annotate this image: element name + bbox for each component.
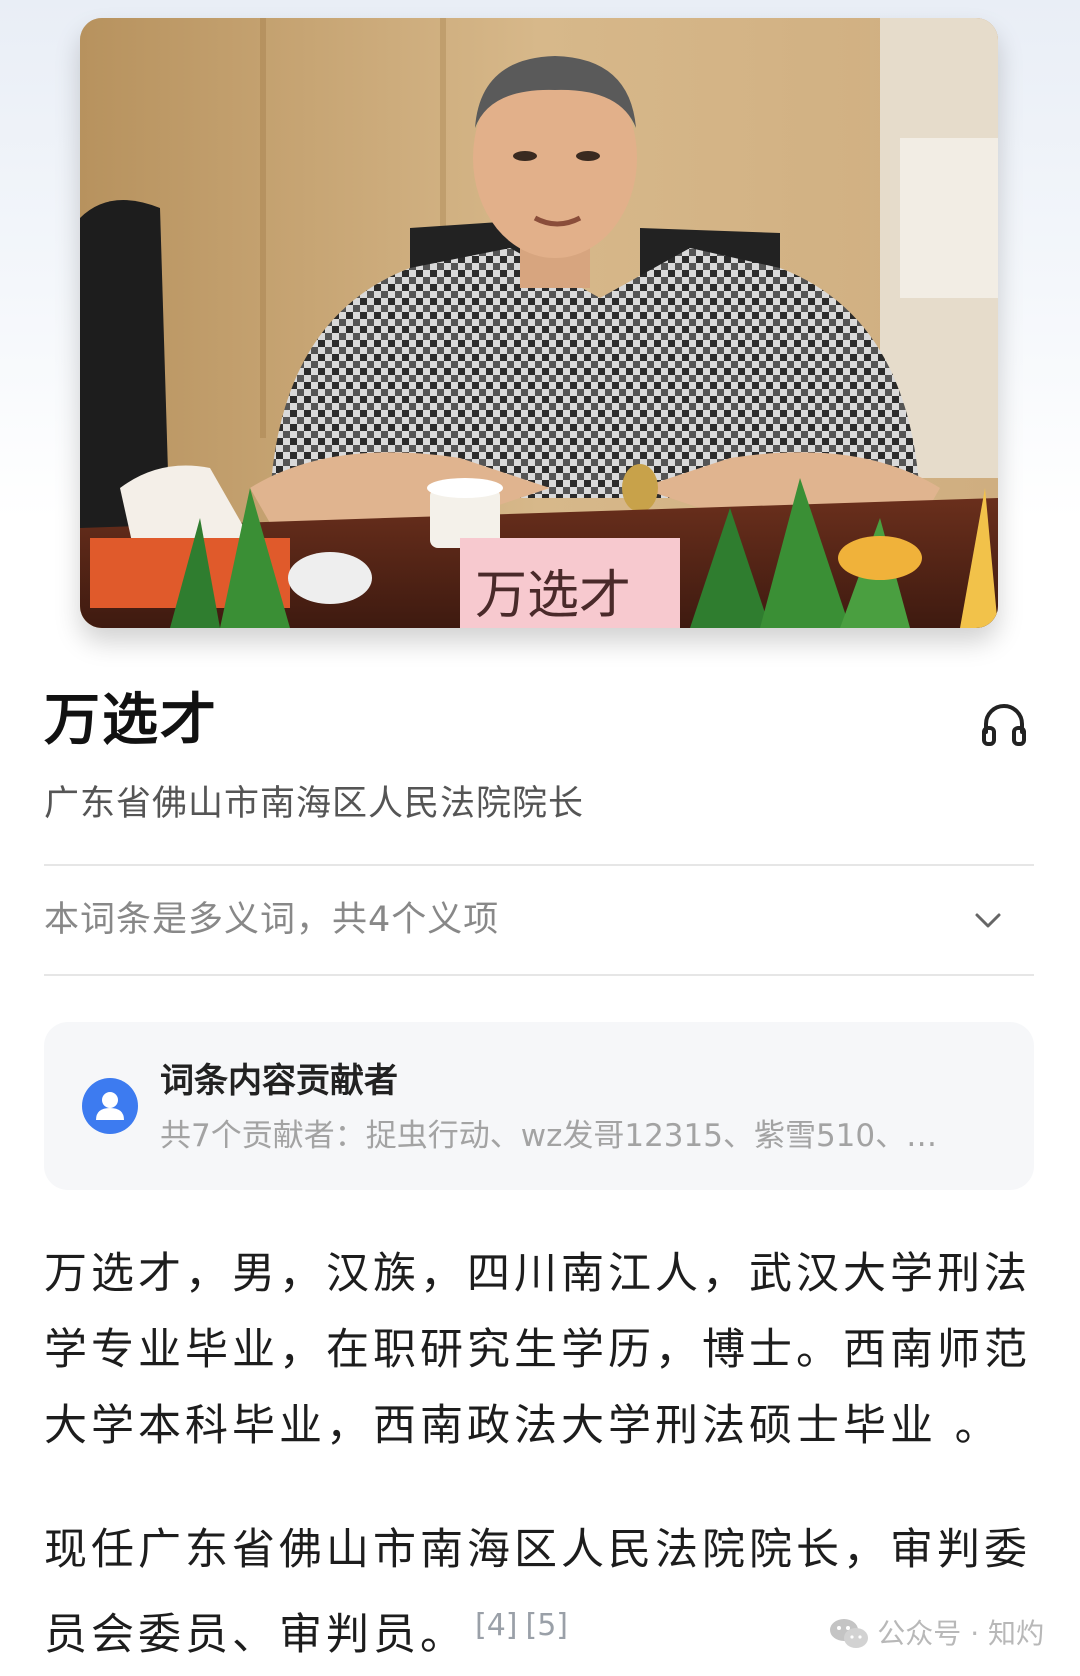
contributors-list: 共7个贡献者：捉虫行动、wz发哥12315、紫雪510、… bbox=[160, 1118, 938, 1154]
polysemy-label: 本词条是多义词，共4个义项 bbox=[44, 900, 500, 940]
reference-link-4[interactable]: [4] bbox=[475, 1608, 518, 1643]
reference-link-5[interactable]: [5] bbox=[526, 1608, 569, 1643]
headphone-icon[interactable] bbox=[978, 698, 1030, 750]
watermark-text: 公众号 · 知灼 bbox=[877, 1617, 1044, 1650]
portrait-photo: 万选才 bbox=[80, 18, 998, 628]
summary-paragraph-1: 万选才，男，汉族，四川南江人，武汉大学刑法学专业毕业，在职研究生学历，博士。西南… bbox=[44, 1249, 1031, 1451]
watermark: 公众号 · 知灼 bbox=[829, 1614, 1044, 1654]
divider bbox=[44, 974, 1034, 976]
contributors-title: 词条内容贡献者 bbox=[160, 1061, 398, 1101]
contributors-card[interactable]: 词条内容贡献者 共7个贡献者：捉虫行动、wz发哥12315、紫雪510、… bbox=[44, 1022, 1034, 1190]
entry-subtitle: 广东省佛山市南海区人民法院院长 bbox=[44, 784, 585, 824]
chevron-down-icon bbox=[975, 913, 1001, 928]
entry-title: 万选才 bbox=[44, 688, 218, 753]
user-avatar-icon bbox=[82, 1078, 138, 1134]
wechat-icon bbox=[830, 1619, 869, 1648]
polysemy-selector[interactable]: 本词条是多义词，共4个义项 bbox=[44, 866, 1034, 974]
svg-text:万选才: 万选才 bbox=[475, 566, 631, 626]
